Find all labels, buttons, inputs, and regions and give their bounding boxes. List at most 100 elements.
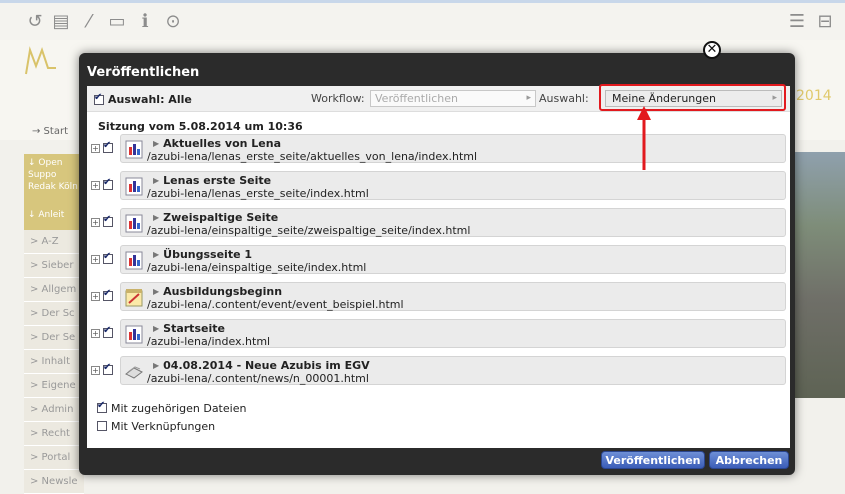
site-logo — [25, 46, 56, 75]
chevron-right-icon: ▶ — [153, 250, 160, 259]
sidebar-item[interactable]: > A-Z — [24, 230, 84, 254]
sidebar-item[interactable]: > Recht — [24, 422, 84, 446]
resource-checkbox[interactable] — [103, 362, 113, 375]
publish-button[interactable]: Veröffentlichen — [601, 451, 705, 469]
background-sidebar: → Start ↓ Open Suppo Redak Köln ↓ Anleit… — [24, 118, 84, 494]
chevron-right-icon: ▶ — [153, 361, 160, 370]
dialog-body: Auswahl: Alle Workflow: Veröffentlichen … — [87, 84, 790, 448]
list-icon[interactable]: ☰ — [787, 12, 807, 32]
resource-item[interactable]: ▶ 04.08.2014 - Neue Azubis im EGV /azubi-… — [120, 356, 786, 385]
chevron-right-icon: ▸ — [526, 93, 531, 103]
resource-checkbox[interactable] — [103, 288, 113, 301]
resource-row: + ▶Übungsseite 1 /azubi-lena/einspaltige… — [87, 242, 790, 276]
chevron-right-icon: ▶ — [153, 213, 160, 222]
resource-row: + ▶Startseite /azubi-lena/index.html — [87, 316, 790, 350]
resource-path: /azubi-lena/.content/event/event_beispie… — [147, 298, 404, 311]
expand-icon[interactable]: + — [91, 366, 100, 375]
resource-title: Startseite — [163, 322, 225, 335]
tree-icon[interactable]: ⊟ — [815, 12, 835, 32]
chevron-right-icon: ▶ — [153, 287, 160, 296]
dialog-title: Veröffentlichen — [87, 65, 200, 80]
expand-icon[interactable]: + — [91, 255, 100, 264]
background-year: 2014 — [796, 88, 832, 104]
resource-row: + ▶Aktuelles von Lena /azubi-lena/lenas_… — [87, 131, 790, 165]
select-all-label: Auswahl: Alle — [108, 93, 192, 106]
cancel-button[interactable]: Abbrechen — [709, 451, 789, 469]
select-all-checkbox[interactable]: Auswahl: Alle — [94, 92, 192, 106]
resource-checkbox[interactable] — [103, 140, 113, 153]
expand-icon[interactable]: + — [91, 144, 100, 153]
resource-path: /azubi-lena/lenas_erste_seite/index.html — [147, 187, 369, 200]
sidebar-item[interactable]: > Sieber — [24, 254, 84, 278]
resource-row: + ▶Lenas erste Seite /azubi-lena/lenas_e… — [87, 168, 790, 202]
news-icon — [125, 366, 143, 379]
top-toolbar: ↺ ▤ ⁄ ▭ ℹ ⊙ ☰ ⊟ — [0, 0, 845, 40]
expand-icon[interactable]: + — [91, 181, 100, 190]
resource-item[interactable]: ▶ Aktuelles von Lena /azubi-lena/lenas_er… — [120, 134, 786, 163]
expand-icon[interactable]: + — [91, 218, 100, 227]
resource-title: 04.08.2014 - Neue Azubis im EGV — [163, 359, 370, 372]
resource-path: /azubi-lena/index.html — [147, 335, 271, 348]
resource-title: Zweispaltige Seite — [163, 211, 279, 224]
chevron-right-icon: ▶ — [153, 139, 160, 148]
sidebar-item[interactable]: > Newsle — [24, 470, 84, 494]
resource-item[interactable]: ▶ Übungsseite 1 /azubi-lena/einspaltige_s… — [120, 245, 786, 274]
sidebar-item[interactable]: > Inhalt — [24, 350, 84, 374]
close-icon[interactable]: ✕ — [703, 41, 721, 59]
resource-item[interactable]: ▶ Ausbildungsbeginn /azubi-lena/.content/… — [120, 282, 786, 311]
links-checkbox[interactable] — [97, 421, 107, 431]
resource-item[interactable]: ▶ Zweispaltige Seite /azubi-lena/einspalt… — [120, 208, 786, 237]
sidebar-item[interactable]: > Admin — [24, 398, 84, 422]
page-icon — [125, 325, 143, 344]
sidebar-item[interactable]: > Der Sc — [24, 302, 84, 326]
selection-bar: Auswahl: Alle Workflow: Veröffentlichen … — [87, 84, 790, 112]
clipboard-icon[interactable]: ▤ — [51, 12, 71, 32]
target-icon[interactable]: ⊙ — [163, 12, 183, 32]
chevron-right-icon: ▶ — [153, 324, 160, 333]
breadcrumb[interactable]: → Start — [32, 126, 68, 137]
publish-dialog: Veröffentlichen Auswahl: Alle Workflow: … — [79, 53, 795, 475]
sidebar-yellow-block-2[interactable]: ↓ Anleit — [24, 206, 84, 226]
links-label: Mit Verknüpfungen — [111, 419, 216, 433]
resource-checkbox[interactable] — [103, 325, 113, 338]
resource-title: Lenas erste Seite — [163, 174, 272, 187]
selection-label: Auswahl: — [539, 92, 589, 105]
history-icon[interactable]: ↺ — [25, 12, 45, 32]
links-option[interactable]: Mit Verknüpfungen — [97, 419, 215, 433]
sidebar-item[interactable]: > Allgem — [24, 278, 84, 302]
folder-icon[interactable]: ▭ — [107, 12, 127, 32]
sidebar-item[interactable]: > Der Se — [24, 326, 84, 350]
workflow-label: Workflow: — [311, 92, 365, 105]
resource-row: + ▶Zweispaltige Seite /azubi-lena/einspa… — [87, 205, 790, 239]
resource-path: /azubi-lena/.content/news/n_00001.html — [147, 372, 369, 385]
magic-wand-icon[interactable]: ⁄ — [79, 12, 99, 32]
resource-title: Ausbildungsbeginn — [163, 285, 283, 298]
checkbox[interactable] — [94, 92, 104, 105]
chevron-right-icon: ▶ — [153, 176, 160, 185]
related-files-label: Mit zugehörigen Dateien — [111, 401, 247, 415]
resource-path: /azubi-lena/einspaltige_seite/index.html — [147, 261, 367, 274]
page-icon — [125, 214, 143, 233]
info-icon[interactable]: ℹ — [135, 12, 155, 32]
workflow-select[interactable]: Veröffentlichen ▸ — [370, 90, 536, 107]
resource-checkbox[interactable] — [103, 214, 113, 227]
expand-icon[interactable]: + — [91, 329, 100, 338]
resource-path: /azubi-lena/einspaltige_seite/zweispalti… — [147, 224, 471, 237]
resource-item[interactable]: ▶ Startseite /azubi-lena/index.html — [120, 319, 786, 348]
related-files-option[interactable]: Mit zugehörigen Dateien — [97, 400, 247, 415]
highlight-box — [599, 84, 786, 111]
resource-item[interactable]: ▶ Lenas erste Seite /azubi-lena/lenas_ers… — [120, 171, 786, 200]
resource-checkbox[interactable] — [103, 251, 113, 264]
sidebar-item[interactable]: > Eigene — [24, 374, 84, 398]
page-icon — [125, 177, 143, 196]
related-files-checkbox[interactable] — [97, 400, 107, 413]
workflow-value: Veröffentlichen — [375, 92, 458, 105]
page-icon — [125, 140, 143, 159]
page-icon — [125, 251, 143, 270]
resource-row: + ▶Ausbildungsbeginn /azubi-lena/.conten… — [87, 279, 790, 313]
resource-title: Übungsseite 1 — [163, 248, 253, 261]
expand-icon[interactable]: + — [91, 292, 100, 301]
resource-row: + ▶04.08.2014 - Neue Azubis im EGV /azub… — [87, 353, 790, 387]
sidebar-item[interactable]: > Portal — [24, 446, 84, 470]
resource-checkbox[interactable] — [103, 177, 113, 190]
